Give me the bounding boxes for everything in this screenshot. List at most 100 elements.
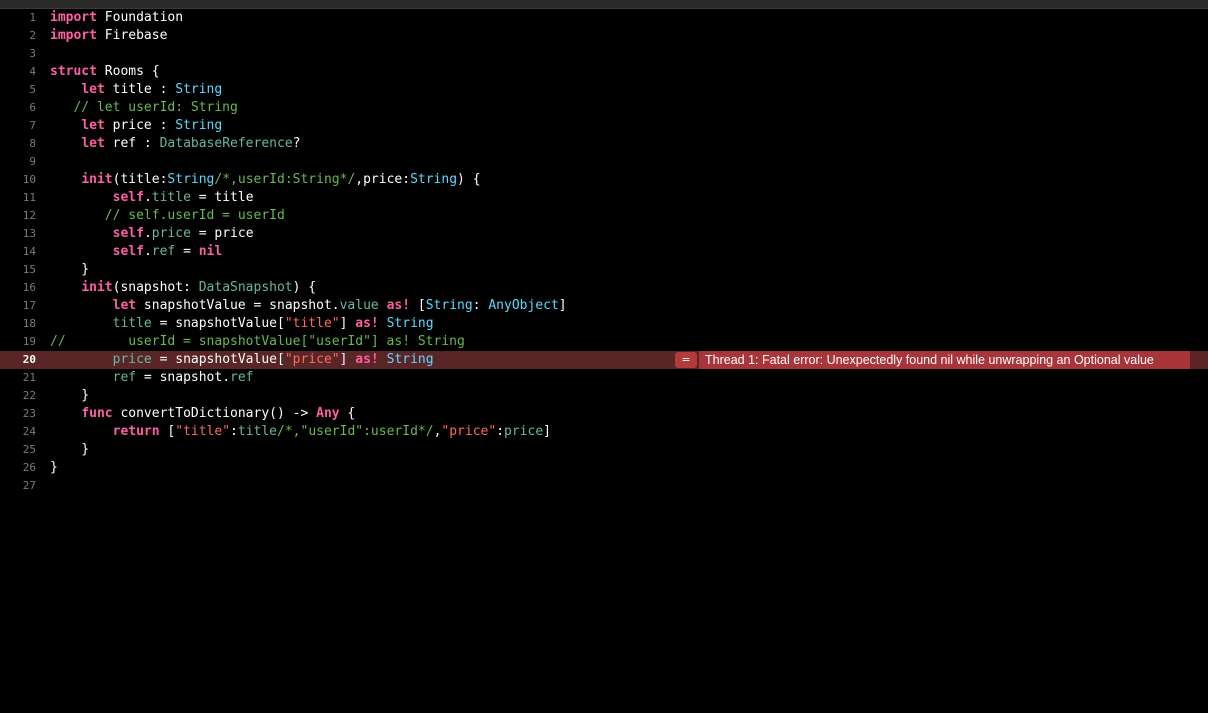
code-line[interactable]: 6 // let userId: String [0,99,1208,117]
code-line[interactable]: 2 import Firebase [0,27,1208,45]
line-number[interactable]: 8 [0,135,36,153]
line-number[interactable]: 24 [0,423,36,441]
code-line[interactable]: 21 ref = snapshot.ref [0,369,1208,387]
code-text[interactable]: let price : String [50,117,222,135]
code-line[interactable]: 5 let title : String [0,81,1208,99]
code-line[interactable]: 24 return ["title":title/*,"userId":user… [0,423,1208,441]
line-number[interactable]: 12 [0,207,36,225]
code-line[interactable]: 15 } [0,261,1208,279]
code-text[interactable]: } [50,387,89,405]
code-line[interactable]: 18 title = snapshotValue["title"] as! St… [0,315,1208,333]
line-number[interactable]: 13 [0,225,36,243]
code-line[interactable]: 9 [0,153,1208,171]
line-number[interactable]: 18 [0,315,36,333]
error-annotation[interactable]: = Thread 1: Fatal error: Unexpectedly fou… [675,351,1190,369]
code-line[interactable]: 1 import Foundation [0,9,1208,27]
code-text[interactable]: } [50,441,89,459]
code-token: = price [190,226,254,241]
code-text[interactable]: self.title = title [50,189,254,207]
code-line-error[interactable]: 20 price = snapshotValue["price"] as! St… [0,351,1208,369]
line-number[interactable]: 25 [0,441,36,459]
code-text[interactable]: let snapshotValue = snapshot.value as! [… [50,297,567,315]
code-area[interactable]: 1 import Foundation 2 import Firebase 3 4 stru… [0,9,1208,495]
line-number[interactable]: 11 [0,189,36,207]
code-text[interactable]: } [50,261,89,279]
code-token: /*,"userId":userId*/ [277,424,434,439]
code-line[interactable]: 27 [0,477,1208,495]
line-number[interactable]: 14 [0,243,36,261]
code-line[interactable]: 7 let price : String [0,117,1208,135]
code-line[interactable]: 25 } [0,441,1208,459]
code-line[interactable]: 13 self.price = price [0,225,1208,243]
code-line[interactable]: 23 func convertToDictionary() -> Any { [0,405,1208,423]
code-line[interactable]: 10 init(title:String/*,userId:String*/,p… [0,171,1208,189]
line-number[interactable]: 27 [0,477,36,495]
line-number[interactable]: 10 [0,171,36,189]
code-text[interactable]: price = snapshotValue["price"] as! Strin… [50,351,434,369]
code-text[interactable]: self.ref = nil [50,243,223,261]
code-text[interactable]: self.price = price [50,225,254,243]
equals-sign-error-icon[interactable]: = [675,352,697,368]
code-text[interactable]: // userId = snapshotValue["userId"] as! … [50,333,465,351]
code-line[interactable]: 3 [0,45,1208,63]
line-number[interactable]: 21 [0,369,36,387]
code-text[interactable]: let ref : DatabaseReference? [50,135,300,153]
code-editor[interactable]: 1 import Foundation 2 import Firebase 3 4 stru… [0,0,1208,713]
line-number[interactable]: 6 [0,99,36,117]
line-number[interactable]: 4 [0,63,36,81]
code-token: ] [543,424,551,439]
line-number[interactable]: 23 [0,405,36,423]
code-token: title [151,190,191,205]
code-token: price [112,352,152,367]
code-text[interactable]: init(title:String/*,userId:String*/,pric… [50,171,480,189]
code-line[interactable]: 8 let ref : DatabaseReference? [0,135,1208,153]
code-line[interactable]: 19 // userId = snapshotValue["userId"] as… [0,333,1208,351]
code-token: as! [386,298,411,313]
code-line[interactable]: 22 } [0,387,1208,405]
code-line[interactable]: 17 let snapshotValue = snapshot.value as… [0,297,1208,315]
code-line[interactable]: 16 init(snapshot: DataSnapshot) { [0,279,1208,297]
code-token: as! [355,316,379,331]
code-text[interactable]: import Foundation [50,9,183,27]
code-token: let [81,82,105,97]
line-number[interactable]: 2 [0,27,36,45]
code-text[interactable]: // self.userId = userId [50,207,285,225]
code-line[interactable]: 26} [0,459,1208,477]
code-text[interactable]: func convertToDictionary() -> Any { [50,405,355,423]
line-number[interactable]: 3 [0,45,36,63]
code-text[interactable]: ref = snapshot.ref [50,369,254,387]
code-text[interactable]: } [50,459,58,477]
line-number[interactable]: 7 [0,117,36,135]
code-line[interactable]: 12 // self.userId = userId [0,207,1208,225]
line-number[interactable]: 26 [0,459,36,477]
code-text[interactable]: let title : String [50,81,222,99]
line-number[interactable]: 1 [0,9,36,27]
code-token: Any [316,406,340,421]
line-number[interactable]: 5 [0,81,36,99]
line-number[interactable]: 22 [0,387,36,405]
line-number[interactable]: 17 [0,297,36,315]
code-token: as! [355,352,379,367]
code-line[interactable]: 4 struct Rooms { [0,63,1208,81]
code-text[interactable]: init(snapshot: DataSnapshot) { [50,279,316,297]
code-text[interactable]: import Firebase [50,27,167,45]
code-text[interactable]: title = snapshotValue["title"] as! Strin… [50,315,434,333]
code-text[interactable]: return ["title":title/*,"userId":userId*… [50,423,551,441]
line-number[interactable]: 9 [0,153,36,171]
code-line[interactable]: 11 self.title = title [0,189,1208,207]
code-token: [ [410,298,426,313]
line-number[interactable]: 16 [0,279,36,297]
code-line[interactable]: 14 self.ref = nil [0,243,1208,261]
line-number[interactable]: 19 [0,333,36,351]
code-token: value [339,298,379,313]
code-token: = snapshotValue[ [151,316,285,331]
code-text[interactable]: struct Rooms { [50,63,160,81]
line-number[interactable]: 15 [0,261,36,279]
code-text[interactable]: // let userId: String [50,99,237,117]
line-number[interactable]: 20 [0,351,36,369]
